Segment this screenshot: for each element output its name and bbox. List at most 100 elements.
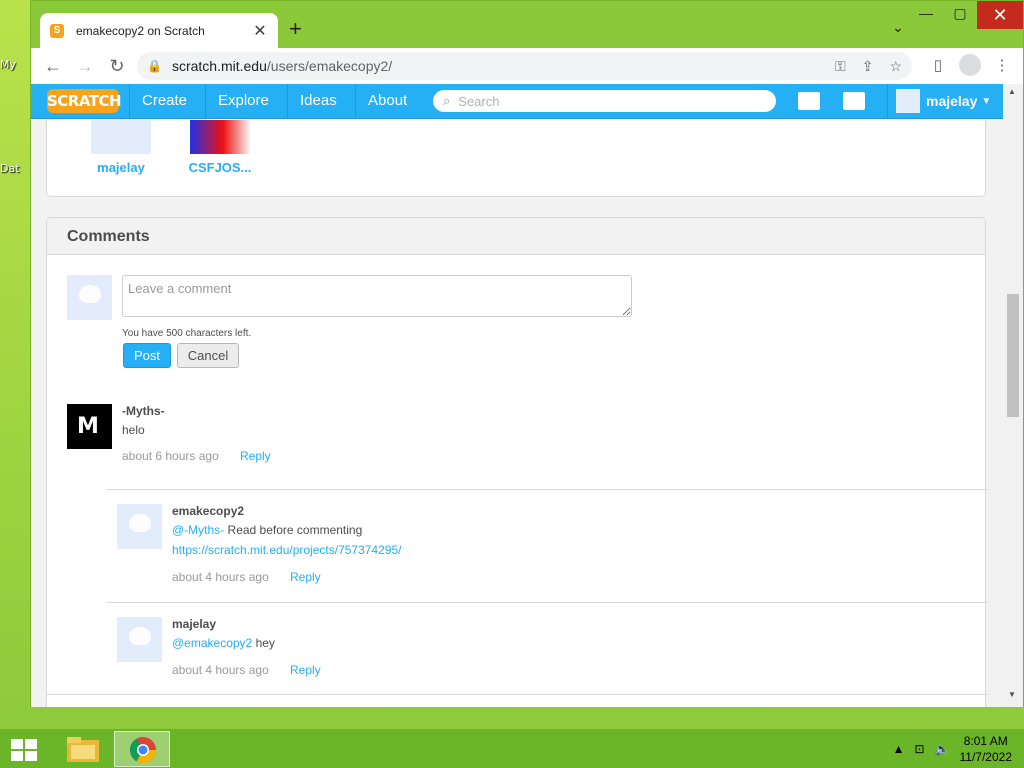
following-box: majelay CSFJOS... xyxy=(46,120,986,197)
comment-input[interactable] xyxy=(122,275,632,317)
reload-icon[interactable]: ↻ xyxy=(101,56,133,77)
caret-down-icon: ▼ xyxy=(981,95,992,107)
bookmark-star-icon[interactable]: ☆ xyxy=(889,58,902,75)
scratch-logo[interactable]: SCRATCH xyxy=(47,89,122,113)
nav-about[interactable]: About xyxy=(355,84,419,118)
page-content: majelay CSFJOS... Comments You have 500 … xyxy=(31,120,1003,707)
current-user-avatar xyxy=(67,275,112,320)
desktop-icon-label[interactable]: Dat xyxy=(0,162,20,175)
comments-header: Comments xyxy=(47,218,985,255)
scrollbar-thumb[interactable] xyxy=(1007,294,1019,417)
comment-time: about 4 hours ago xyxy=(172,663,269,677)
comments-title: Comments xyxy=(67,228,150,245)
tab-search-icon[interactable]: ⌄ xyxy=(883,19,913,36)
scratch-navbar: SCRATCH Create Explore Ideas About ⌕ maj… xyxy=(31,84,1003,119)
profile-avatar-icon[interactable] xyxy=(959,54,981,76)
following-name: majelay xyxy=(97,160,145,175)
lock-icon[interactable]: 🔒 xyxy=(147,59,162,73)
comment-avatar[interactable]: M xyxy=(67,404,112,449)
chrome-taskbar-button[interactable] xyxy=(114,731,170,767)
key-icon[interactable]: ⚿ xyxy=(835,58,846,75)
account-menu[interactable]: majelay ▼ xyxy=(887,84,991,118)
url-path: /users/emakecopy2/ xyxy=(266,58,393,74)
search-box: ⌕ xyxy=(433,90,776,112)
close-tab-icon[interactable]: ✕ xyxy=(252,21,268,41)
browser-tab[interactable]: S emakecopy2 on Scratch ✕ xyxy=(40,13,278,48)
new-tab-button[interactable]: + xyxy=(289,17,302,41)
cat-avatar-thumb xyxy=(91,120,151,154)
forward-icon[interactable]: → xyxy=(69,56,101,77)
cancel-button[interactable]: Cancel xyxy=(177,343,239,368)
divider xyxy=(47,694,987,695)
system-tray: ▲ ⊡ 🔈 8:01 AM 11/7/2022 xyxy=(893,733,1012,765)
window-close-button[interactable]: ✕ xyxy=(977,1,1023,29)
clock-time: 8:01 AM xyxy=(963,734,1008,748)
scroll-up-icon[interactable]: ▲ xyxy=(1008,87,1016,96)
nav-explore[interactable]: Explore xyxy=(205,84,281,118)
share-icon[interactable]: ⇪ xyxy=(862,58,874,75)
post-button[interactable]: Post xyxy=(123,343,171,368)
project-thumb xyxy=(190,120,250,154)
comment-body: Read before commenting xyxy=(224,523,363,537)
address-bar[interactable]: 🔒 scratch.mit.edu/users/emakecopy2/ ⚿ ⇪ … xyxy=(137,52,912,80)
clock-date: 11/7/2022 xyxy=(959,750,1013,764)
menu-kebab-icon[interactable]: ⋮ xyxy=(989,56,1015,74)
folder-icon xyxy=(67,737,99,762)
comments-section: Comments You have 500 characters left. P… xyxy=(46,217,987,707)
url-text[interactable]: scratch.mit.edu/users/emakecopy2/ xyxy=(172,58,819,74)
url-host: scratch.mit.edu xyxy=(171,58,267,74)
divider xyxy=(107,489,987,490)
file-explorer-icon[interactable] xyxy=(55,731,111,767)
page-scrollbar[interactable]: ▲ ▼ xyxy=(1003,84,1023,707)
comment-time: about 6 hours ago xyxy=(122,449,219,463)
minimize-button[interactable]: — xyxy=(911,5,941,21)
user-avatar xyxy=(896,89,920,113)
comment-username[interactable]: -Myths- xyxy=(122,404,165,418)
comment-body: hey xyxy=(252,636,275,650)
nav-username: majelay xyxy=(926,93,978,109)
comment-text: @emakecopy2 hey xyxy=(172,633,275,653)
scratch-favicon-icon: S xyxy=(50,23,64,38)
nav-create[interactable]: Create xyxy=(129,84,199,118)
comment-time: about 4 hours ago xyxy=(172,570,269,584)
following-item[interactable]: CSFJOS... xyxy=(187,120,253,175)
volume-icon[interactable]: 🔈 xyxy=(935,742,950,756)
taskbar: ▲ ⊡ 🔈 8:01 AM 11/7/2022 xyxy=(0,728,1024,768)
divider xyxy=(107,602,987,603)
comment-avatar[interactable] xyxy=(117,504,162,549)
my-stuff-folder-icon[interactable] xyxy=(843,92,865,110)
tab-strip: S emakecopy2 on Scratch ✕ + ⌄ — ▢ ✕ xyxy=(31,1,1023,48)
tab-title: emakecopy2 on Scratch xyxy=(76,23,205,38)
back-icon[interactable]: ← xyxy=(37,56,69,77)
windows-start-icon[interactable] xyxy=(10,738,38,762)
mention-link[interactable]: @emakecopy2 xyxy=(172,636,252,650)
desktop-icon-label[interactable]: My xyxy=(0,58,16,71)
reply-link[interactable]: Reply xyxy=(290,663,321,677)
comment-username[interactable]: majelay xyxy=(172,617,216,631)
myths-logo-icon: M xyxy=(77,414,99,439)
search-input[interactable] xyxy=(458,93,749,109)
browser-window: S emakecopy2 on Scratch ✕ + ⌄ — ▢ ✕ ← → … xyxy=(30,0,1024,707)
following-name: CSFJOS... xyxy=(188,160,252,175)
network-icon[interactable]: ⊡ xyxy=(914,742,924,756)
reply-link[interactable]: Reply xyxy=(290,570,321,584)
comment-text: @-Myths- Read before commenting https://… xyxy=(172,520,401,560)
messages-envelope-icon[interactable] xyxy=(798,92,820,110)
chars-left: You have 500 characters left. xyxy=(122,328,252,339)
search-icon: ⌕ xyxy=(443,93,451,108)
chrome-icon xyxy=(129,737,157,764)
mention-link[interactable]: @-Myths- xyxy=(172,523,224,537)
following-item[interactable]: majelay xyxy=(89,120,153,175)
maximize-button[interactable]: ▢ xyxy=(945,5,975,22)
nav-ideas[interactable]: Ideas xyxy=(287,84,349,118)
comment-avatar[interactable] xyxy=(117,617,162,662)
side-panel-icon[interactable]: ▯ xyxy=(925,56,951,74)
clock[interactable]: 8:01 AM 11/7/2022 xyxy=(960,733,1013,765)
comment-text: helo xyxy=(122,423,145,437)
show-hidden-icons-icon[interactable]: ▲ xyxy=(893,742,905,756)
scroll-down-icon[interactable]: ▼ xyxy=(1008,690,1016,699)
reply-link[interactable]: Reply xyxy=(240,449,271,463)
project-link[interactable]: https://scratch.mit.edu/projects/7573742… xyxy=(172,543,401,557)
comment-username[interactable]: emakecopy2 xyxy=(172,504,244,518)
toolbar-right: ▯ ⋮ xyxy=(925,54,1023,76)
